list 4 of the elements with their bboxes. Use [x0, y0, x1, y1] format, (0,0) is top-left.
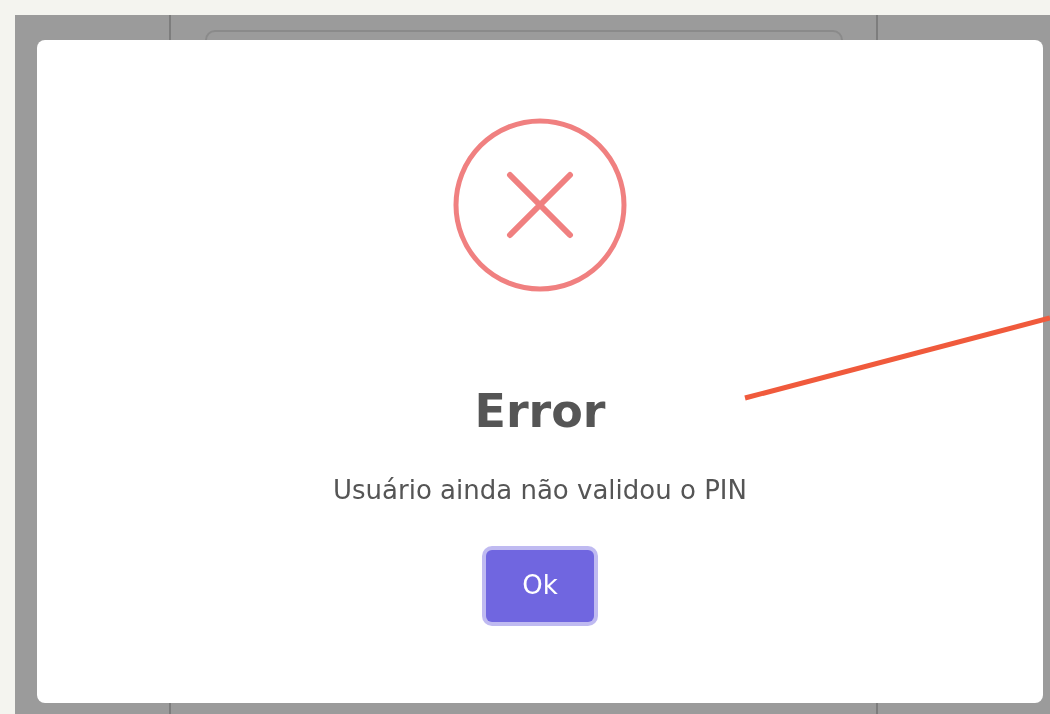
dialog-title: Error	[474, 384, 606, 440]
dialog-message: Usuário ainda não validou o PIN	[333, 474, 747, 508]
error-icon	[453, 118, 627, 292]
ok-button[interactable]: Ok	[486, 550, 594, 622]
